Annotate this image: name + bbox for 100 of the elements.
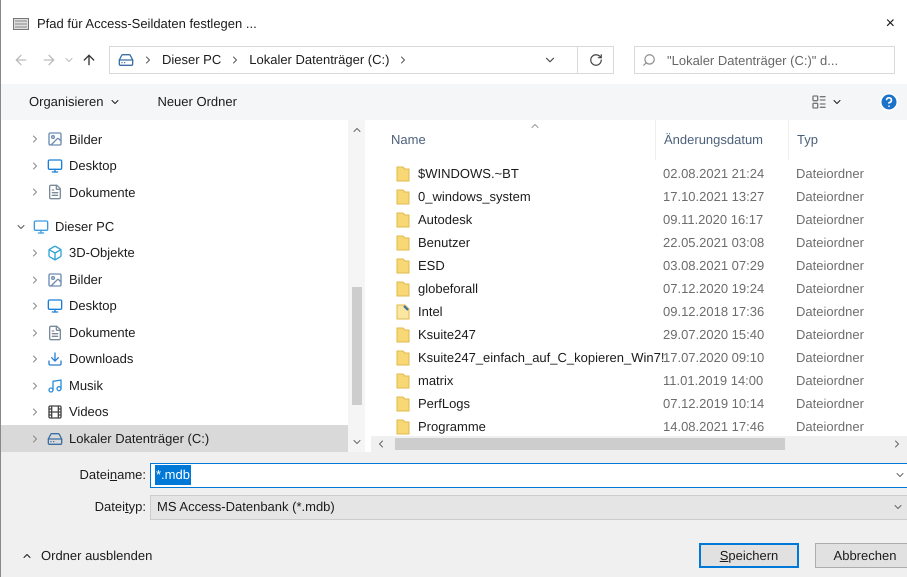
file-name[interactable]: ESD	[418, 256, 445, 276]
folder-icon	[396, 258, 410, 274]
file-name[interactable]: PerfLogs	[418, 394, 470, 414]
monitor-icon	[47, 298, 63, 314]
date-cell-text: 09.11.2020 16:17	[662, 210, 764, 229]
nav-item[interactable]: Dokumente	[1, 179, 348, 206]
folder-icon	[396, 280, 410, 296]
up-icon[interactable]	[81, 52, 97, 68]
column-header[interactable]: Name	[371, 120, 655, 160]
forward-icon[interactable]	[41, 52, 57, 68]
nav-label: Dokumente	[69, 324, 136, 342]
type-cell-text: Dateiordner	[795, 348, 864, 367]
folder-icon	[396, 350, 410, 366]
nav-item[interactable]: Bilder	[1, 266, 348, 293]
close-button[interactable]: ×	[882, 12, 899, 36]
nav-label: Dieser PC	[55, 218, 114, 236]
search-icon	[642, 53, 656, 67]
drive-icon	[47, 430, 63, 447]
folder-shortcut-icon	[396, 304, 410, 320]
breadcrumb[interactable]: Lokaler Datenträger (C:)	[249, 50, 390, 70]
folder-icon	[396, 166, 410, 182]
file-name[interactable]: Ksuite247_einfach_auf_C_kopieren_Win7!	[418, 348, 664, 368]
field-label: Dateiname:	[78, 466, 146, 484]
nav-label: Bilder	[69, 270, 102, 289]
nav-label: 3D-Objekte	[69, 244, 135, 262]
nav-label: Downloads	[69, 350, 134, 368]
nav-item[interactable]: Dieser PC	[1, 213, 348, 240]
nav-item[interactable]: Dokumente	[1, 319, 348, 346]
nav-item[interactable]: Musik	[1, 372, 348, 399]
file-name[interactable]: Ksuite247	[418, 324, 476, 344]
nav-item[interactable]: Bilder	[1, 126, 348, 152]
breadcrumb[interactable]: Dieser PC	[162, 50, 222, 70]
refresh-icon	[588, 53, 602, 67]
type-cell-text: Dateiordner	[795, 256, 864, 275]
nav-item[interactable]: Videos	[1, 398, 348, 426]
filetype-dropdown[interactable]: MS Access-Datenbank (*.mdb)	[150, 494, 907, 520]
type-cell-text: Dateiordner	[795, 188, 864, 206]
type-cell-text: Dateiordner	[795, 280, 864, 298]
file-name[interactable]: $WINDOWS.~BT	[418, 164, 519, 184]
date-cell-text: 17.10.2021 13:27	[662, 188, 766, 206]
file-name[interactable]: globeforall	[418, 278, 478, 298]
type-cell-text: Dateiordner	[795, 302, 864, 321]
type-cell-text: Dateiordner	[795, 326, 864, 344]
field-value: *.mdb	[155, 465, 191, 485]
date-cell-text: 07.12.2020 19:24	[662, 280, 766, 298]
monitor-icon	[47, 158, 63, 174]
save-button[interactable]: Speichern	[699, 543, 799, 568]
type-cell-text: Dateiordner	[795, 394, 864, 413]
view-icon[interactable]	[811, 94, 827, 110]
file-name[interactable]: Autodesk	[418, 210, 472, 230]
nav-label: Videos	[69, 403, 109, 422]
date-cell-text: 02.08.2021 21:24	[662, 164, 766, 183]
nav-item[interactable]: Desktop	[1, 152, 348, 179]
type-cell-text: Dateiordner	[795, 234, 864, 252]
organize-button[interactable]: Organisieren	[29, 92, 122, 112]
date-cell-text: 09.12.2018 17:36	[662, 302, 766, 321]
film-icon	[47, 404, 63, 420]
field-value: MS Access-Datenbank (*.mdb)	[157, 498, 335, 516]
filename-field[interactable]: *.mdb	[150, 462, 907, 488]
nav-item[interactable]: 3D-Objekte	[1, 240, 348, 266]
help-icon[interactable]	[879, 92, 899, 112]
scrollbar[interactable]	[348, 120, 365, 452]
column-header[interactable]: Änderungsdatum	[655, 120, 788, 160]
nav-label: Bilder	[69, 130, 102, 148]
address-bar[interactable]: Dieser PC Lokaler Datenträger (C:)	[109, 46, 614, 74]
date-cell-text: 07.12.2019 10:14	[662, 394, 766, 413]
pictures-icon	[47, 272, 63, 288]
scroll-thumb[interactable]	[352, 287, 362, 405]
date-cell-text: 29.07.2020 15:40	[662, 326, 766, 344]
file-name[interactable]: 0_windows_system	[418, 186, 531, 206]
new-folder-button[interactable]: Neuer Ordner	[157, 92, 237, 112]
search-field[interactable]: "Lokaler Datenträger (C:)" d...	[634, 46, 895, 74]
type-cell-text: Dateiordner	[795, 372, 864, 390]
file-name[interactable]: Intel	[418, 302, 443, 322]
folder-icon	[396, 234, 410, 250]
nav-item[interactable]: Desktop	[1, 292, 348, 320]
window-title: Pfad für Access-Seildaten festlegen ...	[37, 15, 257, 34]
nav-label: Lokaler Datenträger (C:)	[69, 430, 210, 448]
cube-icon	[47, 245, 63, 262]
type-cell-text: Dateiordner	[795, 418, 864, 436]
file-name[interactable]: Benutzer	[418, 232, 470, 252]
folder-icon	[396, 396, 410, 412]
computer-icon	[33, 218, 49, 235]
music-icon	[47, 378, 63, 394]
column-header[interactable]: Typ	[788, 120, 907, 160]
file-name[interactable]: Programme	[418, 416, 486, 436]
nav-item[interactable]: Lokaler Datenträger (C:)	[1, 425, 348, 452]
back-icon[interactable]	[13, 52, 29, 68]
scroll-thumb[interactable]	[395, 438, 785, 450]
document-icon	[47, 184, 63, 200]
window-icon	[13, 18, 29, 30]
date-cell-text: 14.08.2021 17:46	[662, 418, 766, 436]
hide-folders-button[interactable]: Ordner ausblenden	[21, 546, 152, 566]
file-name[interactable]: matrix	[418, 370, 454, 390]
field-label: Dateityp:	[94, 498, 146, 516]
horizontal-scrollbar[interactable]	[371, 436, 907, 452]
type-cell-text: Dateiordner	[795, 164, 864, 183]
cancel-button[interactable]: Abbrechen	[815, 543, 907, 568]
nav-label: Dokumente	[69, 184, 136, 202]
nav-item[interactable]: Downloads	[1, 346, 348, 372]
